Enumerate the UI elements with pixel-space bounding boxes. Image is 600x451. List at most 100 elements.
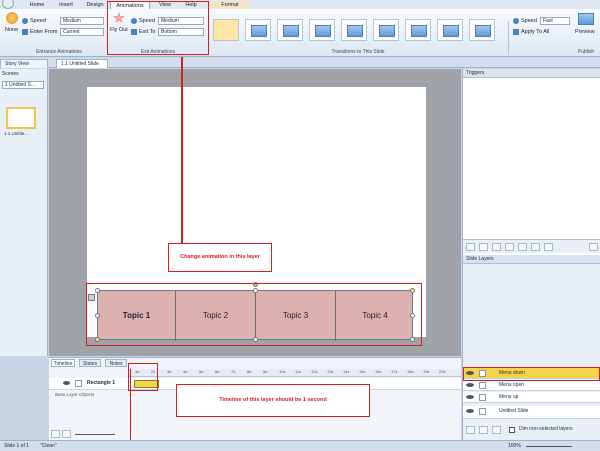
transition-thumb-3[interactable]: [309, 19, 335, 41]
publish-speed-select[interactable]: Fast: [540, 17, 570, 25]
annotation-arrow-line: [181, 57, 183, 243]
transition-thumb-2[interactable]: [277, 19, 303, 41]
ruler-tick: 15s: [359, 369, 366, 374]
scene-selector[interactable]: 1 Untitled S...: [2, 81, 44, 89]
eye-icon[interactable]: [466, 395, 474, 399]
app-menu-button[interactable]: [2, 0, 14, 9]
publish-group-label: Publish: [577, 49, 595, 55]
annotation-timeline-note: Timeline of this layer should be 1 secon…: [176, 384, 370, 417]
transition-thumb-7[interactable]: [437, 19, 463, 41]
apply-to-all-button[interactable]: Apply To All: [521, 28, 549, 36]
status-theme: "Clean": [40, 443, 57, 449]
entrance-speed-select[interactable]: Medium: [60, 17, 104, 25]
ruler-tick: 3s: [167, 369, 172, 374]
timeline-row-label: Rectangle 1: [87, 380, 116, 386]
variables-icon[interactable]: [589, 243, 598, 251]
tab-insert[interactable]: Insert: [55, 1, 77, 9]
annotation-box-timeline: [128, 363, 158, 391]
preview-label: Preview: [575, 29, 595, 35]
zoom-slider[interactable]: [75, 434, 115, 435]
enter-from-select[interactable]: Current: [60, 28, 104, 36]
tab-format[interactable]: Format: [210, 1, 250, 9]
scenes-panel: Scenes 1 Untitled S... 1.1 Untitle...: [0, 69, 48, 356]
layer-label: Untitled Slide: [499, 408, 529, 414]
ruler-tick: 5s: [199, 369, 204, 374]
ruler-tick: 11s: [295, 369, 302, 374]
lock-icon[interactable]: [479, 382, 486, 389]
ruler-tick: 7s: [231, 369, 236, 374]
timeline-controls: [51, 430, 131, 439]
dim-layers-label: Dim non-selected layers: [519, 426, 573, 432]
story-view-tab[interactable]: Story View: [0, 59, 48, 68]
document-tabs: Story View 1.1 Untitled Slide: [0, 58, 600, 68]
eye-icon[interactable]: [63, 381, 70, 385]
layer-row-menu-open[interactable]: Menu open: [463, 380, 600, 391]
new-trigger-icon[interactable]: [466, 243, 475, 251]
transition-thumb-6[interactable]: [405, 19, 431, 41]
entrance-none-label: None: [5, 27, 19, 33]
eye-icon[interactable]: [466, 383, 474, 387]
ruler-tick: 16s: [375, 369, 382, 374]
lock-icon[interactable]: [479, 394, 486, 401]
transition-thumb-4[interactable]: [341, 19, 367, 41]
lock-icon[interactable]: [75, 380, 82, 387]
layer-row-menu-up[interactable]: Menu up: [463, 392, 600, 403]
status-bar: Slide 1 of 1 "Clean" 100%: [0, 440, 600, 451]
layers-toolbar: Dim non-selected layers: [463, 423, 600, 437]
transition-thumb-8[interactable]: [469, 19, 495, 41]
annotation-change-animation: Change animation in this layer: [168, 243, 272, 272]
annotation-box-layer: [463, 367, 600, 381]
move-down-icon[interactable]: [544, 243, 553, 251]
ruler-tick: 17s: [391, 369, 398, 374]
enter-from-label: Enter From: [30, 29, 58, 35]
transition-none-thumb[interactable]: [213, 19, 239, 41]
timeline-ruler[interactable]: 1s 2s 3s 4s 5s 6s 7s 8s 9s 10s 11s 12s 13s 14s 15s 16s 1…: [129, 369, 461, 377]
layer-label: Menu open: [499, 382, 525, 388]
copy-trigger-icon[interactable]: [492, 243, 501, 251]
status-slide: Slide 1 of 1: [4, 443, 30, 449]
entrance-group-label: Entrance Animations: [36, 49, 82, 55]
play-icon[interactable]: [51, 430, 60, 438]
annotation-box-shape: [86, 283, 422, 346]
tab-design[interactable]: Design: [84, 1, 106, 9]
zoom-slider-status[interactable]: [526, 446, 572, 447]
ruler-tick: 18s: [407, 369, 414, 374]
new-layer-icon[interactable]: [466, 426, 475, 434]
duplicate-layer-icon[interactable]: [479, 426, 488, 434]
tab-states[interactable]: States: [79, 359, 101, 367]
publish-speed-label: Speed: [521, 18, 537, 24]
tab-notes[interactable]: Notes: [105, 359, 127, 367]
layer-label: Menu up: [499, 394, 519, 400]
base-layer-objects-label: Base Layer Objects: [55, 392, 95, 397]
dim-layers-checkbox[interactable]: [509, 427, 515, 433]
ruler-tick: 9s: [263, 369, 268, 374]
slide-thumbnail-label: 1.1 Untitle...: [4, 131, 29, 136]
tab-timeline[interactable]: Timeline: [51, 359, 75, 367]
edit-trigger-icon[interactable]: [479, 243, 488, 251]
ruler-tick: 13s: [327, 369, 334, 374]
stop-icon[interactable]: [62, 430, 71, 438]
ruler-tick: 8s: [247, 369, 252, 374]
slide-layers-title: Slide Layers: [463, 255, 600, 264]
preview-icon[interactable]: [578, 13, 594, 25]
transitions-group-label: Transitions to This Slide: [331, 49, 385, 55]
lock-icon[interactable]: [479, 408, 486, 415]
ruler-tick: 10s: [279, 369, 286, 374]
move-up-icon[interactable]: [531, 243, 540, 251]
paste-trigger-icon[interactable]: [505, 243, 514, 251]
slide-tab[interactable]: 1.1 Untitled Slide: [56, 59, 108, 68]
delete-layer-icon[interactable]: [492, 426, 501, 434]
transition-thumb-5[interactable]: [373, 19, 399, 41]
apply-to-all-icon: [513, 29, 519, 35]
transition-thumb-1[interactable]: [245, 19, 271, 41]
publish-speed-icon: [513, 18, 519, 24]
slide-thumbnail[interactable]: [6, 107, 36, 129]
tab-home[interactable]: Home: [26, 1, 48, 9]
status-zoom: 100%: [508, 443, 521, 449]
cut-trigger-icon[interactable]: [518, 243, 527, 251]
layer-row-base[interactable]: Untitled Slide: [463, 406, 600, 419]
entrance-none-icon[interactable]: [6, 12, 18, 24]
eye-icon[interactable]: [466, 409, 474, 413]
ruler-tick: 6s: [215, 369, 220, 374]
annotation-box-exit: [107, 1, 209, 55]
